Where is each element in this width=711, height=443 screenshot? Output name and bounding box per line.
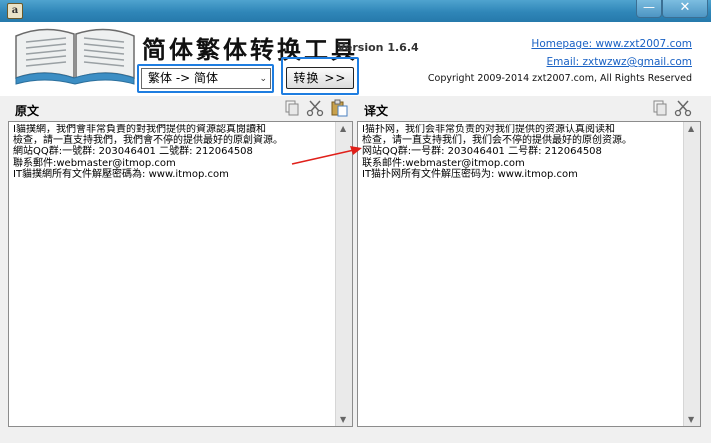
- copy-icon[interactable]: [281, 99, 301, 117]
- app-icon: a: [7, 3, 23, 19]
- result-panel-label: 译文: [364, 104, 389, 118]
- title-bar[interactable]: a — ✕: [0, 0, 711, 22]
- direction-select-value: 繁体 -> 简体: [148, 71, 219, 85]
- book-logo-icon: [15, 28, 135, 85]
- scroll-up-icon[interactable]: ▲: [340, 124, 346, 133]
- minimize-button[interactable]: —: [636, 0, 662, 18]
- version-label: Version 1.6.4: [337, 41, 419, 54]
- close-button[interactable]: ✕: [662, 0, 708, 18]
- result-panel-header: 译文: [357, 96, 701, 120]
- result-textarea[interactable]: I猫扑网，我们会非常负责的对我们提供的资源认真阅读和 检查，请一直支持我们，我们…: [357, 121, 701, 427]
- source-panel-header: 原文: [8, 96, 353, 120]
- result-text: I猫扑网，我们会非常负责的对我们提供的资源认真阅读和 检查，请一直支持我们，我们…: [362, 124, 632, 180]
- result-scrollbar[interactable]: ▲ ▼: [683, 122, 700, 426]
- homepage-link[interactable]: Homepage: www.zxt2007.com: [531, 38, 692, 50]
- copyright-text: Copyright 2009-2014 zxt2007.com, All Rig…: [427, 73, 692, 84]
- red-arrow-icon: [291, 146, 362, 165]
- email-link[interactable]: Email: zxtwzwz@gmail.com: [547, 56, 692, 68]
- convert-button[interactable]: 转换 >>: [286, 67, 354, 89]
- direction-select[interactable]: 繁体 -> 简体 ⌄: [141, 68, 271, 89]
- copy-icon[interactable]: [649, 99, 669, 117]
- source-scrollbar[interactable]: ▲ ▼: [335, 122, 352, 426]
- scroll-up-icon[interactable]: ▲: [688, 124, 694, 133]
- cut-icon[interactable]: [673, 99, 693, 117]
- source-panel-label: 原文: [15, 104, 40, 118]
- source-text: I貓撲網，我們會非常負責的對我們提供的資源認真閱讀和 檢查，請一直支持我們，我們…: [13, 124, 283, 180]
- cut-icon[interactable]: [305, 99, 325, 117]
- paste-icon[interactable]: [329, 99, 349, 117]
- chevron-down-icon[interactable]: ⌄: [259, 70, 267, 89]
- scroll-down-icon[interactable]: ▼: [688, 415, 694, 424]
- scroll-down-icon[interactable]: ▼: [340, 415, 346, 424]
- source-textarea[interactable]: I貓撲網，我們會非常負責的對我們提供的資源認真閱讀和 檢查，請一直支持我們，我們…: [8, 121, 353, 427]
